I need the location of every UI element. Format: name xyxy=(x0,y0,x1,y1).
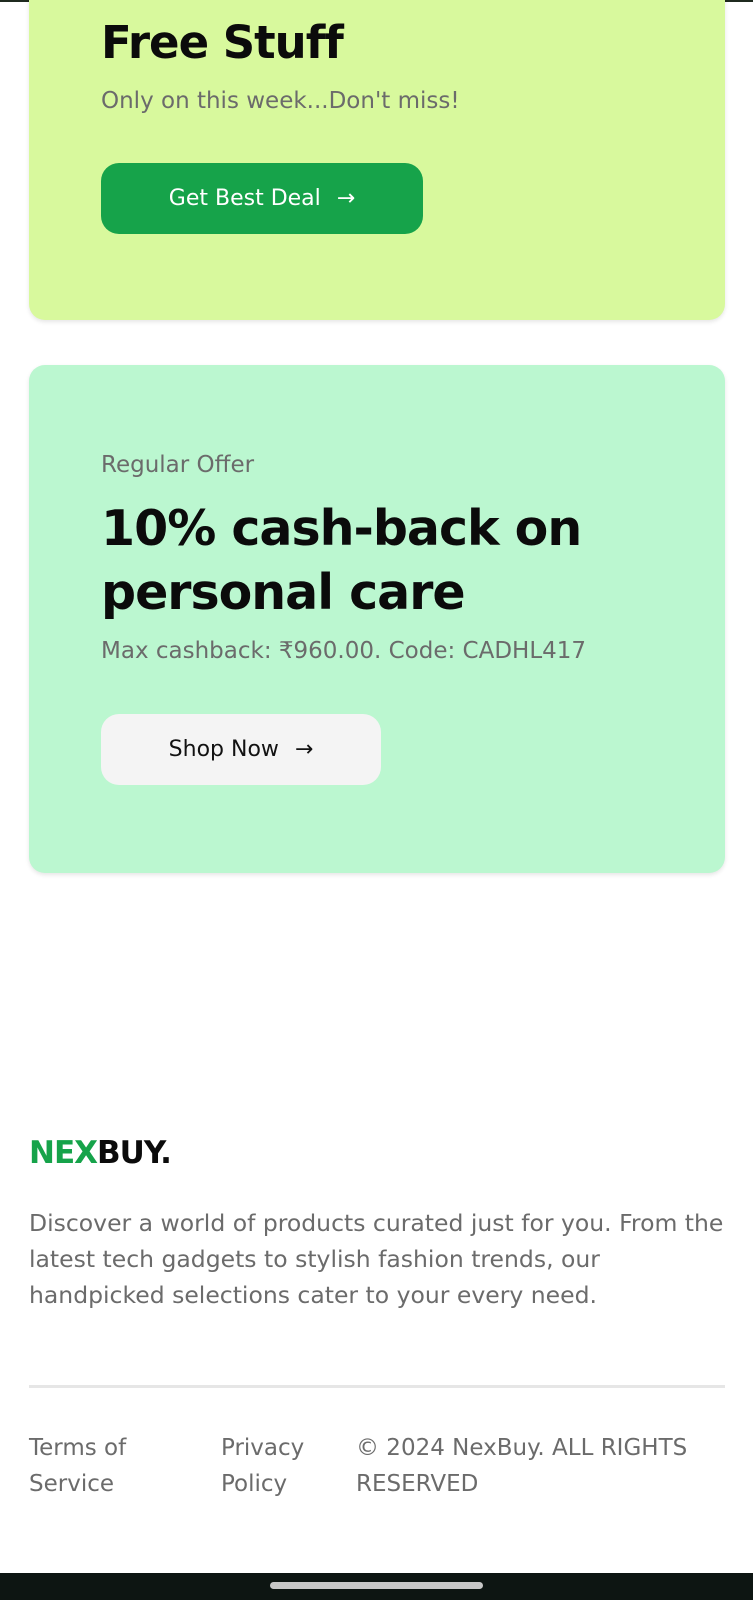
home-indicator[interactable] xyxy=(270,1582,483,1589)
arrow-right-icon: → xyxy=(294,737,314,762)
offer-details: Max cashback: ₹960.00. Code: CADHL417 xyxy=(101,638,587,664)
offer-eyebrow: Regular Offer xyxy=(101,452,255,478)
logo-buy-text: BUY. xyxy=(97,1135,172,1171)
footer-divider xyxy=(29,1385,725,1388)
privacy-policy-link[interactable]: Privacy Policy xyxy=(221,1430,341,1502)
promo-card: Free Stuff Only on this week...Don't mis… xyxy=(29,0,725,320)
shop-now-label: Shop Now xyxy=(168,737,279,762)
footer-description: Discover a world of products curated jus… xyxy=(29,1209,724,1309)
nexbuy-logo[interactable]: NEXBUY. xyxy=(29,1135,172,1171)
system-navigation-bar xyxy=(0,1573,753,1600)
get-best-deal-button[interactable]: Get Best Deal → xyxy=(101,163,423,234)
logo-nex-text: NEX xyxy=(29,1135,98,1171)
promo-subtitle: Only on this week...Don't miss! xyxy=(101,88,460,114)
shop-now-button[interactable]: Shop Now → xyxy=(101,714,381,785)
page: Free Stuff Only on this week...Don't mis… xyxy=(0,0,753,1600)
offer-title: 10% cash-back on personal care xyxy=(101,500,582,621)
get-best-deal-label: Get Best Deal xyxy=(168,186,321,211)
promo-title: Free Stuff xyxy=(101,16,344,69)
arrow-right-icon: → xyxy=(336,186,356,211)
copyright-text: © 2024 NexBuy. ALL RIGHTS RESERVED xyxy=(356,1435,688,1497)
offer-card: Regular Offer 10% cash-back on personal … xyxy=(29,365,725,873)
terms-of-service-link[interactable]: Terms of Service xyxy=(29,1430,179,1502)
